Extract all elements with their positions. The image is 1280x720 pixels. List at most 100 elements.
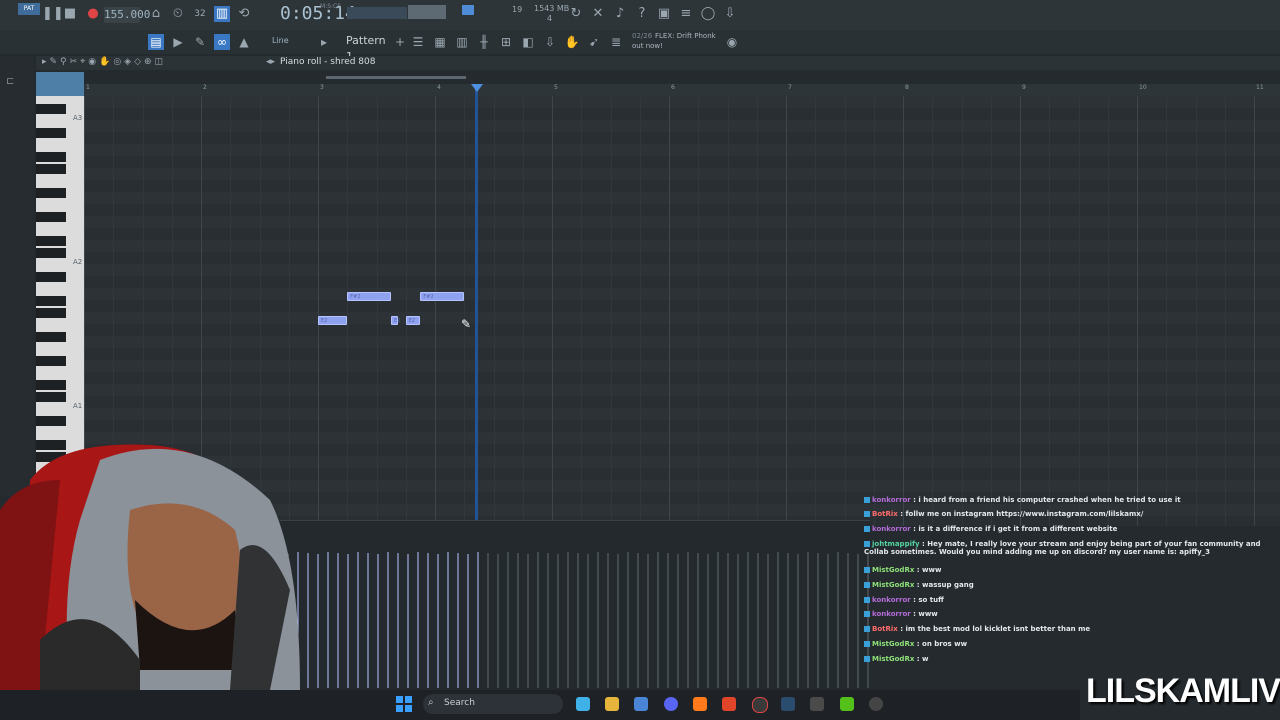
chat-username[interactable]: konkorror — [872, 525, 911, 533]
wait-icon[interactable]: ⏲ — [170, 6, 186, 22]
black-key[interactable] — [36, 296, 66, 306]
black-key[interactable] — [36, 104, 66, 114]
undo-history-icon[interactable]: ↻ — [568, 6, 584, 22]
obs-icon[interactable] — [752, 697, 768, 713]
piano-keyboard[interactable]: A3 A2 A1 — [36, 96, 84, 476]
chat-username[interactable]: konkorror — [872, 496, 911, 504]
black-key[interactable] — [36, 152, 66, 162]
add-pattern-icon[interactable]: + — [392, 34, 408, 50]
black-key[interactable] — [36, 248, 66, 258]
playlist-icon[interactable]: ☰ — [410, 34, 426, 50]
horizontal-scrollbar[interactable] — [326, 76, 466, 79]
file-explorer-icon[interactable] — [605, 697, 619, 711]
black-key[interactable] — [36, 212, 66, 222]
line-mode-label[interactable]: Line — [272, 36, 289, 45]
chat-username[interactable]: MistGodRx — [872, 640, 914, 648]
pause-icon[interactable]: ❚❚ — [42, 6, 64, 22]
black-key[interactable] — [36, 332, 66, 342]
save-icon[interactable]: ▣ — [656, 6, 672, 22]
black-key[interactable] — [36, 164, 66, 174]
link-icon[interactable]: ∞ — [214, 34, 230, 50]
grid-row — [84, 120, 1280, 132]
loop-record-icon[interactable]: ⟲ — [236, 6, 252, 22]
grid-row — [84, 168, 1280, 180]
chat-username[interactable]: johtmappify — [872, 540, 920, 548]
stop-icon[interactable]: ■ — [62, 6, 78, 22]
playhead-marker[interactable] — [471, 84, 483, 92]
beat-line — [1049, 96, 1051, 526]
download-icon[interactable]: ⇩ — [722, 6, 738, 22]
black-key[interactable] — [36, 188, 66, 198]
chat-username[interactable]: MistGodRx — [872, 655, 914, 663]
pencil-icon[interactable]: ✎ — [192, 34, 208, 50]
plugin-picker-icon[interactable]: ⇩ — [542, 34, 558, 50]
black-key[interactable] — [36, 128, 66, 138]
time-ruler[interactable]: 1 2 3 4 5 6 7 8 9 10 11 — [84, 84, 1280, 96]
black-key[interactable] — [36, 272, 66, 282]
beat-line — [961, 96, 963, 526]
black-key[interactable] — [36, 236, 66, 246]
stamp-icon[interactable]: ▲ — [236, 34, 252, 50]
app-icon[interactable] — [810, 697, 824, 711]
mixer-icon[interactable]: ≡ — [678, 6, 694, 22]
chat-username[interactable]: konkorror — [872, 596, 911, 604]
store-icon[interactable] — [634, 697, 648, 711]
record-icon[interactable]: ● — [85, 6, 101, 22]
news-subtitle[interactable]: out now! — [632, 42, 663, 50]
tempo-display[interactable]: 155.000 — [104, 7, 150, 23]
folder-icon[interactable]: ⊏ — [6, 76, 14, 87]
black-key[interactable] — [36, 380, 66, 390]
black-key[interactable] — [36, 392, 66, 402]
grid-row — [84, 300, 1280, 312]
kick-icon[interactable] — [840, 697, 854, 711]
chat-username[interactable]: MistGodRx — [872, 566, 914, 574]
master-volume[interactable] — [408, 5, 446, 19]
cpu-readout: 4 — [547, 14, 553, 23]
chat-badge-icon — [864, 641, 870, 647]
touch-icon[interactable]: ✋ — [564, 34, 580, 50]
beat-line — [610, 96, 612, 526]
chat-icon[interactable]: ◯ — [700, 6, 716, 22]
velocity-lanes[interactable] — [280, 540, 870, 688]
fl-studio-icon[interactable] — [693, 697, 707, 711]
help-icon[interactable]: ? — [634, 6, 650, 22]
online-icon[interactable]: ◉ — [724, 34, 740, 50]
chat-username[interactable]: BotRix — [872, 510, 898, 518]
black-key[interactable] — [36, 416, 66, 426]
windows-start-icon[interactable] — [396, 696, 412, 712]
song-position[interactable]: 0:05:14 — [280, 3, 356, 24]
steam-icon[interactable] — [781, 697, 795, 711]
news-title[interactable]: FLEX: Drift Phonk — [655, 32, 716, 40]
typing-keyboard-icon[interactable]: ▥ — [214, 6, 230, 22]
piano-roll-arrow-icon[interactable]: ◂▸ — [266, 57, 275, 67]
plugin-icon[interactable]: ◧ — [520, 34, 536, 50]
metronome-icon[interactable]: ⌂ — [148, 6, 164, 22]
chat-username[interactable]: konkorror — [872, 610, 911, 618]
chat-username[interactable]: MistGodRx — [872, 581, 914, 589]
snap-icon[interactable]: ▤ — [148, 34, 164, 50]
mic-icon[interactable]: ♪ — [612, 6, 628, 22]
beat-line — [464, 96, 466, 526]
black-key[interactable] — [36, 308, 66, 318]
tempo-tapper-icon[interactable]: ➹ — [586, 34, 602, 50]
discord-icon[interactable] — [664, 697, 678, 711]
chat-username[interactable]: BotRix — [872, 625, 898, 633]
piano-roll-tools[interactable]: ▸✎⚲✂⌖◉✋◎◈◇⊕◫ — [42, 57, 166, 67]
master-pitch[interactable] — [462, 5, 474, 15]
pattern-selector[interactable]: Pattern 1 — [346, 33, 394, 63]
piano-roll-icon[interactable]: ▦ — [432, 34, 448, 50]
pattern-prev-icon[interactable]: ▸ — [316, 34, 332, 50]
browser-icon[interactable]: ⊞ — [498, 34, 514, 50]
black-key[interactable] — [36, 356, 66, 366]
media-icon[interactable] — [869, 697, 883, 711]
step-icon[interactable]: 32 — [192, 6, 208, 22]
brave-icon[interactable] — [722, 697, 736, 711]
pat-song-toggle[interactable]: PAT — [18, 3, 40, 15]
copilot-icon[interactable] — [576, 697, 590, 711]
tools-icon[interactable]: ✕ — [590, 6, 606, 22]
memory-readout: 1543 MB — [534, 4, 570, 13]
play-pattern-icon[interactable]: ▶ — [170, 34, 186, 50]
channel-rack-icon[interactable]: ▥ — [454, 34, 470, 50]
mixer-view-icon[interactable]: ╫ — [476, 34, 492, 50]
menu-icon[interactable]: ≣ — [608, 34, 624, 50]
